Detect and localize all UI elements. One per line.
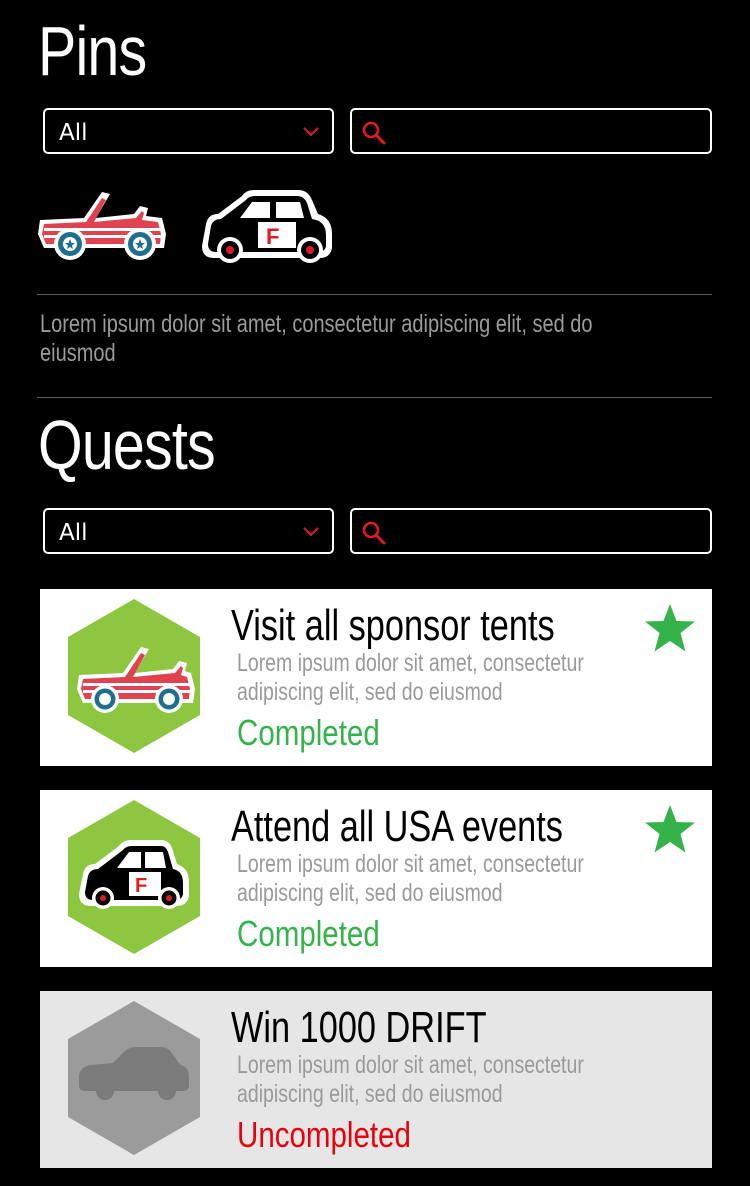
quests-title: Quests xyxy=(38,406,216,484)
pins-filter-value: All xyxy=(59,120,88,146)
quest-description: Lorem ipsum dolor sit amet, consectetur … xyxy=(237,850,584,907)
chevron-down-icon xyxy=(303,527,319,537)
pins-search-input[interactable] xyxy=(350,108,712,154)
pins-filter-select[interactable]: All xyxy=(43,108,334,154)
convertible-car-pin-icon[interactable] xyxy=(36,186,170,264)
quests-filter-value: All xyxy=(59,520,88,546)
svg-text:F: F xyxy=(135,875,147,897)
pins-divider-bottom xyxy=(37,397,712,398)
pins-divider-top xyxy=(37,294,712,295)
search-icon xyxy=(362,121,386,145)
pins-title: Pins xyxy=(38,12,147,90)
quest-status: Completed xyxy=(237,913,380,954)
search-icon xyxy=(362,521,386,545)
quest-card[interactable]: F Attend all USA events Lorem ipsum dolo… xyxy=(40,790,712,967)
quest-description: Lorem ipsum dolor sit amet, consectetur … xyxy=(237,1051,584,1108)
quest-title: Win 1000 DRIFT xyxy=(231,1003,487,1052)
star-icon[interactable] xyxy=(644,804,696,854)
sedan-silhouette-icon xyxy=(68,1001,200,1155)
jeep-icon: F xyxy=(68,800,200,954)
quest-card[interactable]: Win 1000 DRIFT Lorem ipsum dolor sit ame… xyxy=(40,991,712,1168)
jeep-pin-icon[interactable]: F xyxy=(200,188,336,268)
quest-title: Attend all USA events xyxy=(231,802,563,851)
quests-filter-select[interactable]: All xyxy=(43,508,334,554)
quest-description: Lorem ipsum dolor sit amet, consectetur … xyxy=(237,649,584,706)
pins-description: Lorem ipsum dolor sit amet, consectetur … xyxy=(40,310,593,367)
quest-card[interactable]: Visit all sponsor tents Lorem ipsum dolo… xyxy=(40,589,712,766)
svg-text:F: F xyxy=(266,224,279,249)
chevron-down-icon xyxy=(303,127,319,137)
quests-search-input[interactable] xyxy=(350,508,712,554)
quest-status: Uncompleted xyxy=(237,1114,411,1155)
quest-status: Completed xyxy=(237,712,380,753)
convertible-car-icon xyxy=(68,599,200,753)
quest-title: Visit all sponsor tents xyxy=(231,601,555,650)
star-icon[interactable] xyxy=(644,603,696,653)
